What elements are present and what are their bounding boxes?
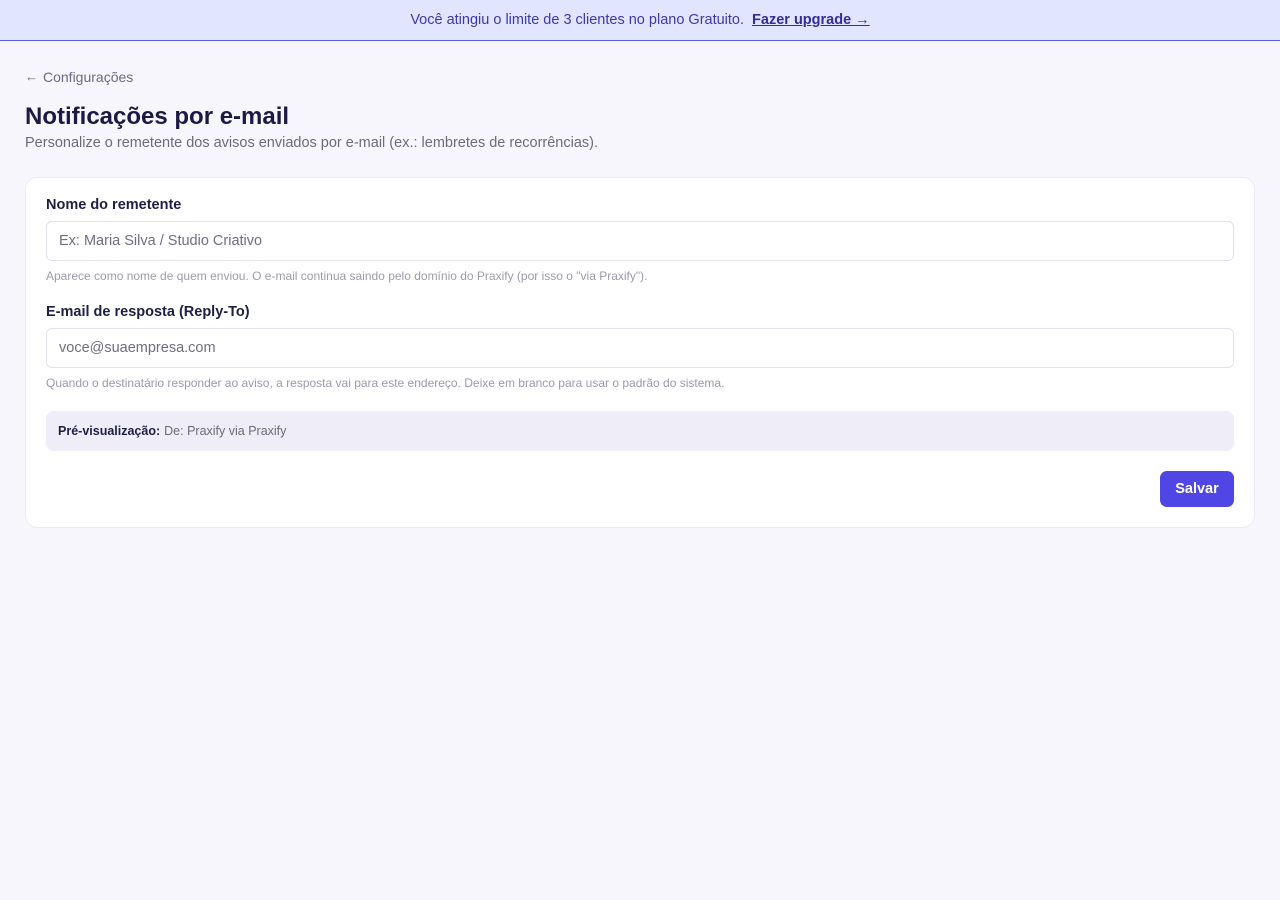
reply-to-hint: Quando o destinatário responder ao aviso…	[46, 376, 725, 390]
reply-to-input[interactable]	[46, 328, 1234, 368]
reply-to-field: E-mail de resposta (Reply-To) Quando o d…	[46, 303, 1234, 390]
page-subtitle: Personalize o remetente dos avisos envia…	[25, 135, 599, 151]
banner-message: Você atingiu o limite de 3 clientes no p…	[410, 12, 745, 28]
back-to-settings-link[interactable]: ← Configurações	[25, 69, 133, 85]
page-title: Notificações por e-mail	[25, 103, 290, 130]
sender-name-label: Nome do remetente	[46, 197, 182, 213]
upgrade-link[interactable]: Fazer upgrade →	[752, 12, 870, 28]
email-settings-card: Nome do remetente Aparece como nome de q…	[25, 177, 1255, 528]
sender-name-input[interactable]	[46, 221, 1234, 261]
back-link-label: Configurações	[43, 68, 134, 85]
sender-name-field: Nome do remetente Aparece como nome de q…	[46, 196, 1234, 283]
main-content: ← Configurações Notificações por e-mail …	[0, 41, 1280, 528]
preview-value: De: Praxify via Praxify	[164, 424, 287, 438]
sender-name-hint: Aparece como nome de quem enviou. O e-ma…	[46, 269, 648, 283]
form-actions: Salvar	[46, 471, 1234, 507]
sender-preview: Pré-visualização: De: Praxify via Praxif…	[46, 411, 1234, 451]
arrow-left-icon: ←	[25, 69, 38, 84]
reply-to-label: E-mail de resposta (Reply-To)	[46, 304, 250, 320]
preview-label: Pré-visualização:	[58, 424, 161, 438]
save-button[interactable]: Salvar	[1160, 471, 1234, 507]
upgrade-banner: Você atingiu o limite de 3 clientes no p…	[0, 0, 1280, 41]
